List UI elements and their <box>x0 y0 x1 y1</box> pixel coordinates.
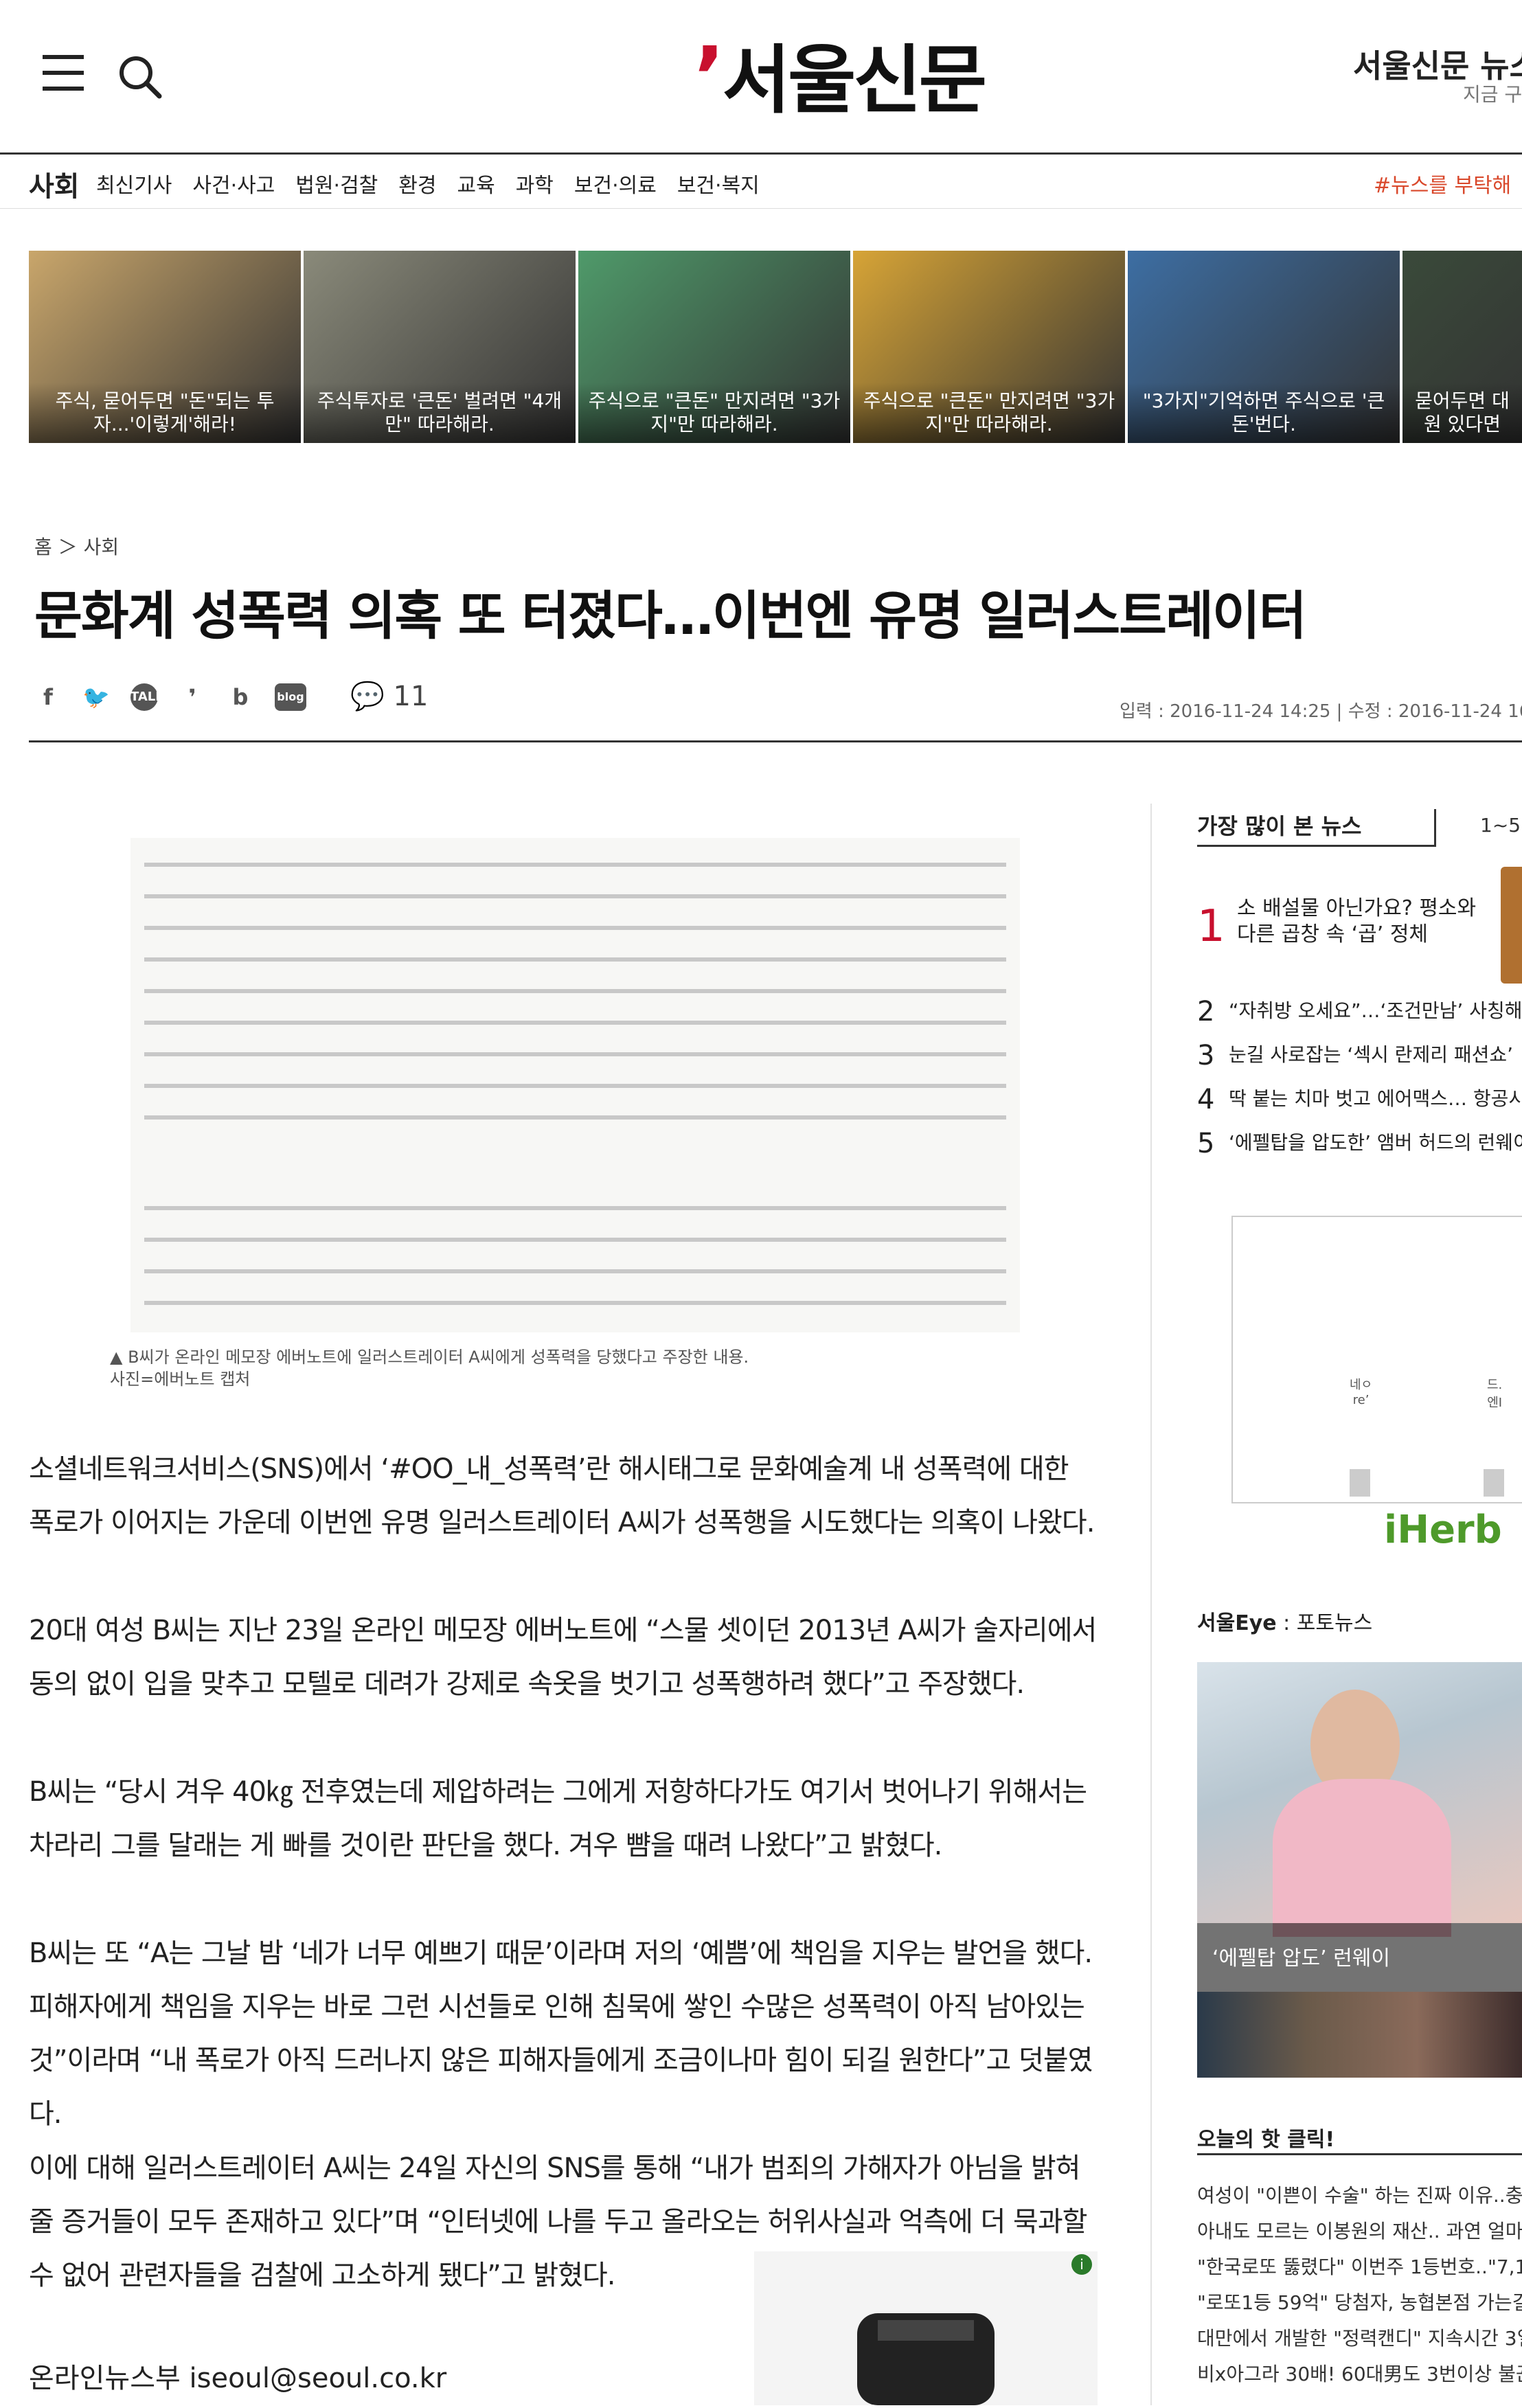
hot-click-item[interactable]: 여성이 "이쁜이 수술" 하는 진짜 이유..충격 <box>1197 2181 1522 2208</box>
header-promo-sub: 지금 구 <box>1463 83 1522 106</box>
sidebar-ad[interactable]: 네ㅇ re’ 드. 엔I <box>1231 1216 1522 1503</box>
section-item[interactable]: 보건·의료 <box>574 168 657 198</box>
divider <box>1197 2153 1522 2155</box>
promo-caption: 주식투자로 '큰돈' 벌려면 "4개만" 따라해라. <box>304 383 576 443</box>
promo-thumb[interactable]: 주식으로 "큰돈" 만지려면 "3가지"만 따라해라. <box>853 251 1125 443</box>
most-viewed-item[interactable]: 4 딱 붙는 치마 벗고 에어맥스… 항공시 <box>1197 1084 1522 1115</box>
article-paragraph: B씨는 “당시 겨우 40㎏ 전후였는데 제압하려는 그에게 저항하다가도 여기… <box>29 1776 1087 1861</box>
section-menu: 최신기사 사건·사고 법원·검찰 환경 교육 과학 보건·의료 보건·복지 <box>96 168 760 198</box>
section-nav: 사회 최신기사 사건·사고 법원·검찰 환경 교육 과학 보건·의료 보건·복지… <box>0 155 1522 209</box>
promo-thumb[interactable]: 주식, 묻어두면 "돈"되는 투자...'이렇게'해라! <box>29 251 301 443</box>
twitter-icon[interactable]: 🐦 <box>82 683 110 711</box>
section-item[interactable]: 보건·복지 <box>677 168 760 198</box>
chevron-right-icon: ＞ <box>58 536 84 558</box>
promo-caption: "3가지"기억하면 주식으로 '큰돈'번다. <box>1128 383 1400 443</box>
most-viewed-item[interactable]: 3 눈길 사로잡는 ‘섹시 란제리 패션쇼’ <box>1197 1040 1513 1071</box>
image-text-block <box>144 1195 1006 1326</box>
photo-news-title[interactable]: 서울Eye : 포토뉴스 <box>1197 1606 1372 1636</box>
article-paragraph: 20대 여성 B씨는 지난 23일 온라인 메모장 에버노트에 “스물 셋이던 … <box>29 1615 1097 1700</box>
promo-caption: 주식으로 "큰돈" 만지려면 "3가지"만 따라해라. <box>578 383 850 443</box>
comment-count-value: 11 <box>393 681 429 712</box>
rank-number: 2 <box>1197 996 1215 1027</box>
ad-brand-logo[interactable]: iHerb <box>1384 1508 1502 1552</box>
section-item[interactable]: 과학 <box>516 168 554 198</box>
rank-title: “자취방 오세요”…‘조건만남’ 사칭해 ㅎ <box>1229 999 1522 1022</box>
hot-click-item[interactable]: 대만에서 개발한 "정력캔디" 지속시간 3일 <box>1197 2324 1522 2351</box>
article-dates: 입력 : 2016-11-24 14:25 | 수정 : 2016-11-24 … <box>1120 701 1522 722</box>
breadcrumb: 홈 ＞ 사회 <box>34 532 119 560</box>
section-item[interactable]: 사건·사고 <box>192 168 275 198</box>
most-viewed-item[interactable]: 2 “자취방 오세요”…‘조건만남’ 사칭해 ㅎ <box>1197 996 1522 1027</box>
rank-title: 딱 붙는 치마 벗고 에어맥스… 항공시 <box>1229 1087 1522 1110</box>
section-item[interactable]: 법원·검찰 <box>295 168 378 198</box>
section-title[interactable]: 사회 <box>29 164 80 204</box>
rank-title: 소 배설물 아닌가요? 평소와 다른 곱창 속 ‘곱’ 정체 <box>1237 896 1477 946</box>
article-headline: 문화계 성폭력 의혹 또 터졌다…이번엔 유명 일러스트레이터 <box>34 585 1307 646</box>
rank-number: 4 <box>1197 1084 1215 1115</box>
article-image[interactable] <box>130 838 1020 1332</box>
comment-icon: 💬 <box>350 681 385 712</box>
news-tip-link[interactable]: #뉴스를 부탁해 <box>1374 168 1511 198</box>
section-item[interactable]: 최신기사 <box>96 168 172 198</box>
comment-count[interactable]: 💬 11 <box>350 680 428 712</box>
search-icon[interactable] <box>115 52 163 100</box>
rank-range-tab[interactable]: 1~5 <box>1480 814 1521 837</box>
hot-click-item[interactable]: "로또1등 59억" 당첨자, 농협본점 가는길에 <box>1197 2288 1522 2315</box>
inline-ad[interactable] <box>754 2251 1098 2405</box>
rank-number: 1 <box>1197 901 1225 952</box>
product-icon <box>857 2313 995 2405</box>
photo-news-caption: ‘에펠탑 압도’ 런웨이 <box>1212 1946 1390 1970</box>
ad-text: 네ㅇ re’ <box>1350 1378 1373 1407</box>
menu-icon[interactable] <box>43 55 84 91</box>
image-text-block <box>144 852 1006 1140</box>
promo-thumb[interactable]: 주식으로 "큰돈" 만지려면 "3가지"만 따라해라. <box>578 251 850 443</box>
most-viewed-item[interactable]: 5 ‘에펠탑을 압도한’ 앰버 허드의 런웨이 <box>1197 1128 1522 1159</box>
rank-number: 3 <box>1197 1040 1215 1071</box>
divider <box>1434 809 1436 847</box>
hot-click-item[interactable]: 비x아그라 30배! 60대男도 3번이상 불끈 <box>1197 2359 1522 2387</box>
hot-click-item[interactable]: "한국로또 뚫렸다" 이번주 1등번호.."7,15 <box>1197 2252 1522 2280</box>
rank-title: 눈길 사로잡는 ‘섹시 란제리 패션쇼’ <box>1229 1043 1514 1066</box>
hot-click-title: 오늘의 핫 클릭! <box>1197 2128 1335 2152</box>
divider <box>1197 845 1434 847</box>
facebook-icon[interactable]: f <box>34 683 62 711</box>
image-caption-line: ▲ B씨가 온라인 메모장 에버노트에 일러스트레이터 A씨에게 성폭력을 당했… <box>110 1348 749 1367</box>
article-byline: 온라인뉴스부 iseoul@seoul.co.kr <box>29 2363 447 2394</box>
column-divider <box>1150 804 1152 2405</box>
ad-info-icon[interactable]: i <box>1071 2254 1092 2275</box>
promo-thumb[interactable]: "3가지"기억하면 주식으로 '큰돈'번다. <box>1128 251 1400 443</box>
kakaostory-icon[interactable]: ❜ <box>179 683 206 711</box>
rank-title: ‘에펠탑을 압도한’ 앰버 허드의 런웨이 <box>1229 1131 1522 1154</box>
most-viewed-title[interactable]: 가장 많이 본 뉴스 <box>1197 809 1362 841</box>
rank-thumbnail[interactable] <box>1501 867 1522 984</box>
promo-caption: 주식으로 "큰돈" 만지려면 "3가지"만 따라해라. <box>853 383 1125 443</box>
ad-product-image <box>1350 1469 1370 1497</box>
promo-caption: 묻어두면 대원 있다면 <box>1402 383 1522 443</box>
share-bar: f 🐦 TALK ❜ b blog <box>34 683 306 711</box>
article-paragraph: B씨는 또 “A는 그날 밤 ‘네가 너무 예쁘기 때문’이라며 저의 ‘예쁨’… <box>29 1938 1093 2130</box>
photo-news-image[interactable] <box>1197 1662 1522 2078</box>
promo-thumbnails: 주식, 묻어두면 "돈"되는 투자...'이렇게'해라! 주식투자로 '큰돈' … <box>29 251 1522 443</box>
promo-caption: 주식, 묻어두면 "돈"되는 투자...'이렇게'해라! <box>29 383 301 443</box>
site-logo[interactable]: ’서울신문 <box>694 21 987 128</box>
blog-icon[interactable]: blog <box>275 683 306 711</box>
article-paragraph: 소셜네트워크서비스(SNS)에서 ‘#OO_내_성폭력’란 해시태그로 문화예술… <box>29 1453 1095 1538</box>
section-item[interactable]: 교육 <box>457 168 495 198</box>
kakaotalk-icon[interactable]: TALK <box>130 683 165 711</box>
band-icon[interactable]: b <box>227 683 254 711</box>
hot-click-item[interactable]: 아내도 모르는 이봉원의 재산.. 과연 얼마 <box>1197 2216 1522 2244</box>
image-credit: 사진=에버노트 캡처 <box>110 1370 251 1389</box>
section-item[interactable]: 환경 <box>398 168 436 198</box>
breadcrumb-home[interactable]: 홈 <box>34 536 52 558</box>
ad-product-image <box>1484 1469 1504 1497</box>
image-caption: ▲ B씨가 온라인 메모장 에버노트에 일러스트레이터 A씨에게 성폭력을 당했… <box>110 1346 749 1390</box>
divider <box>29 740 1522 742</box>
site-header: ’서울신문 서울신문 뉴스 지금 구 <box>0 0 1522 155</box>
breadcrumb-section[interactable]: 사회 <box>84 536 120 558</box>
promo-thumb[interactable]: 묻어두면 대원 있다면 <box>1402 251 1522 443</box>
ad-text: 드. 엔I <box>1487 1378 1503 1410</box>
rank-number: 5 <box>1197 1128 1215 1159</box>
promo-thumb[interactable]: 주식투자로 '큰돈' 벌려면 "4개만" 따라해라. <box>304 251 576 443</box>
